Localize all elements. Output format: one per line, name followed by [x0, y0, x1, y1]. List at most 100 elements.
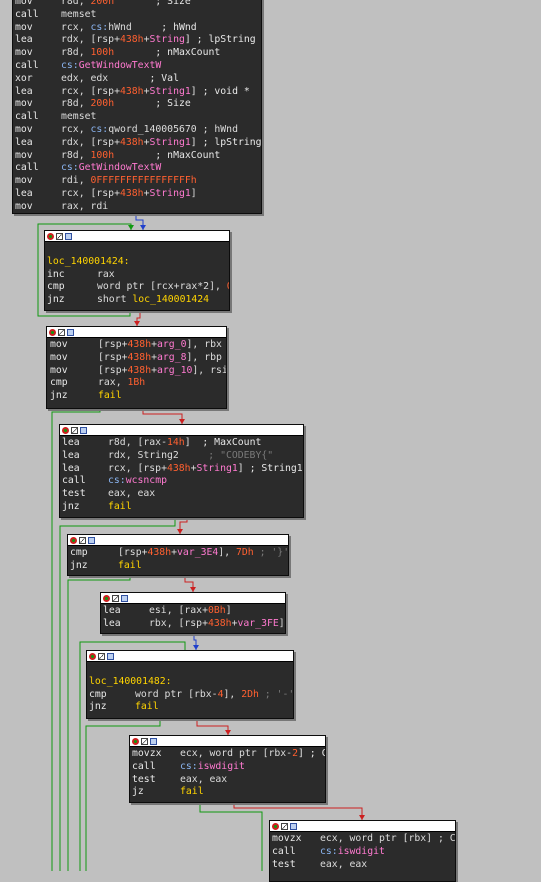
operand-token[interactable]: arg_10 [157, 365, 192, 376]
instruction-line[interactable]: lea esi, [rax+0Bh] [101, 605, 285, 618]
instruction-line[interactable]: mov r8d, 100h ; nMaxCount [13, 47, 261, 60]
operand-token[interactable]: fail [98, 390, 122, 401]
operand-token[interactable]: arg_8 [157, 352, 187, 363]
code-block-loc-140001424[interactable]: loc_140001424: inc rax cmp word ptr [rcx+rax… [44, 230, 230, 311]
instruction-line[interactable]: test eax, eax [130, 774, 325, 787]
instruction-line[interactable]: jnz fail [87, 701, 293, 714]
instruction-line[interactable]: lea rdx, String2 ; "CODEBY{" [60, 450, 303, 463]
operand-token[interactable]: fail [135, 701, 159, 712]
operand-token[interactable]: String1 [149, 137, 190, 148]
operand-token[interactable]: String1 [149, 188, 190, 199]
operand-token[interactable]: arg_0 [157, 339, 187, 350]
color-icon[interactable] [49, 328, 56, 336]
instruction-line[interactable]: movzx ecx, word ptr [rbx-2] ; C [130, 748, 325, 761]
code-block-suffix-check[interactable]: cmp [rsp+438h+var_3E4], 7Dh ; '}' jnz fail [67, 534, 289, 576]
color-icon[interactable] [132, 737, 139, 745]
operand-token[interactable]: iswdigit [338, 846, 385, 857]
color-icon[interactable] [103, 594, 110, 602]
instruction-line[interactable]: mov r8d, 200h ; Size [13, 98, 261, 111]
instruction-line[interactable]: lea rcx, [rsp+438h+String1] ; void * [13, 86, 261, 99]
instruction-line[interactable]: cmp rax, 1Bh [47, 377, 226, 390]
color-icon[interactable] [89, 652, 96, 660]
color-icon[interactable] [70, 536, 77, 544]
instruction-line[interactable]: mov r8d, 200h ; Size [13, 0, 261, 9]
instruction-line[interactable]: xor edx, edx ; Val [13, 73, 261, 86]
zoom-icon[interactable] [88, 536, 95, 544]
instruction-line[interactable]: lea rcx, [rsp+438h+String1] [13, 188, 261, 201]
instruction-line[interactable]: cmp [rsp+438h+var_3E4], 7Dh ; '}' [68, 547, 288, 560]
graph-overview-icon[interactable] [58, 328, 65, 336]
zoom-icon[interactable] [67, 328, 74, 336]
instruction-line[interactable]: cmp word ptr [rcx+rax*2], 0 [45, 281, 229, 294]
graph-overview-icon[interactable] [112, 594, 119, 602]
graph-overview-icon[interactable] [281, 822, 288, 830]
instruction-line[interactable]: mov rax, rdi [13, 201, 261, 213]
operand-token[interactable]: iswdigit [198, 761, 245, 772]
graph-overview-icon[interactable] [141, 737, 148, 745]
graph-overview-icon[interactable] [71, 426, 78, 434]
instruction-line[interactable]: jnz fail [47, 390, 226, 403]
instruction-line[interactable]: movzx ecx, word ptr [rbx] ; C [270, 833, 455, 846]
instruction-line[interactable]: inc rax [45, 269, 229, 282]
color-icon[interactable] [272, 822, 279, 830]
operand-token[interactable]: fail [180, 786, 204, 797]
instruction-line[interactable]: lea rdx, [rsp+438h+String1] ; lpString [13, 137, 261, 150]
instruction-line[interactable]: mov [rsp+438h+arg_0], rbx [47, 339, 226, 352]
zoom-icon[interactable] [121, 594, 128, 602]
instruction-line[interactable]: mov [rsp+438h+arg_10], rsi [47, 365, 226, 378]
instruction-line[interactable]: mov rcx, cs:hWnd ; hWnd [13, 22, 261, 35]
instruction-line[interactable]: lea rcx, [rsp+438h+String1] ; String1 [60, 463, 303, 476]
graph-overview-icon[interactable] [98, 652, 105, 660]
operand-token[interactable]: String1 [149, 86, 190, 97]
code-block-loop-init[interactable]: lea esi, [rax+0Bh] lea rbx, [rsp+438h+var_3… [100, 592, 286, 634]
instruction-line[interactable]: jz fail [130, 786, 325, 799]
graph-overview-icon[interactable] [79, 536, 86, 544]
operand-token[interactable]: var_3FE [237, 618, 278, 629]
instruction-line[interactable]: test eax, eax [270, 859, 455, 872]
code-block-length-check[interactable]: mov [rsp+438h+arg_0], rbx mov [rsp+438h+arg… [46, 326, 227, 409]
code-block-loc-140001482[interactable]: loc_140001482: cmp word ptr [rbx-4], 2Dh ;… [86, 650, 294, 719]
instruction-line[interactable]: jnz fail [60, 501, 303, 514]
operand-token[interactable]: fail [108, 501, 132, 512]
instruction-line[interactable]: call memset [13, 9, 261, 22]
instruction-line[interactable]: mov rcx, cs:qword_140005670 ; hWnd [13, 124, 261, 137]
instruction-line[interactable]: lea rbx, [rsp+438h+var_3FE] [101, 618, 285, 631]
zoom-icon[interactable] [150, 737, 157, 745]
instruction-line[interactable]: test eax, eax [60, 488, 303, 501]
instruction-line[interactable]: mov [rsp+438h+arg_8], rbp [47, 352, 226, 365]
zoom-icon[interactable] [80, 426, 87, 434]
instruction-line[interactable]: call cs:GetWindowTextW [13, 60, 261, 73]
zoom-icon[interactable] [290, 822, 297, 830]
instruction-line[interactable]: mov r8d, 100h ; nMaxCount [13, 150, 261, 163]
instruction-line[interactable]: cmp word ptr [rbx-4], 2Dh ; '-' [87, 689, 293, 702]
instruction-line[interactable]: call cs:iswdigit [270, 846, 455, 859]
instruction-line[interactable]: lea rdx, [rsp+438h+String] ; lpString [13, 34, 261, 47]
operand-token[interactable]: fail [118, 560, 142, 571]
instruction-line[interactable]: lea r8d, [rax-14h] ; MaxCount [60, 437, 303, 450]
instruction-line[interactable]: jnz short loc_140001424 [45, 294, 229, 307]
graph-overview-icon[interactable] [56, 232, 63, 240]
operand-token[interactable]: GetWindowTextW [79, 60, 162, 71]
operand-token[interactable]: String1 [196, 463, 237, 474]
color-icon[interactable] [47, 232, 54, 240]
operand-token[interactable]: GetWindowTextW [79, 162, 162, 173]
operand-token[interactable]: String [149, 34, 184, 45]
instruction-line[interactable]: call memset [13, 111, 261, 124]
operand-token[interactable]: loc_140001424 [132, 294, 209, 305]
instruction-line[interactable]: call cs:iswdigit [130, 761, 325, 774]
zoom-icon[interactable] [107, 652, 114, 660]
code-block-digit-check-2[interactable]: movzx ecx, word ptr [rbx] ; C call cs:iswdi… [269, 820, 456, 882]
color-icon[interactable] [62, 426, 69, 434]
instruction-line[interactable]: call cs:wcsncmp [60, 475, 303, 488]
code-block-prefix-compare[interactable]: lea r8d, [rax-14h] ; MaxCount lea rdx, Stri… [59, 424, 304, 518]
operand-token[interactable]: var_3E4 [177, 547, 218, 558]
instruction-line[interactable]: call cs:GetWindowTextW [13, 162, 261, 175]
operand-token[interactable]: wcsncmp [126, 475, 167, 486]
code-label[interactable]: loc_140001424: [45, 256, 229, 269]
instruction-line[interactable]: mov rdi, 0FFFFFFFFFFFFFFFFh [13, 175, 261, 188]
code-label[interactable]: loc_140001482: [87, 676, 293, 689]
instruction-line[interactable]: jnz fail [68, 560, 288, 573]
code-block-digit-check-1[interactable]: movzx ecx, word ptr [rbx-2] ; C call cs:isw… [129, 735, 326, 803]
zoom-icon[interactable] [65, 232, 72, 240]
code-block-entry[interactable]: mov r8d, 200h ; Size call memset mov rcx, cs:… [12, 0, 262, 214]
